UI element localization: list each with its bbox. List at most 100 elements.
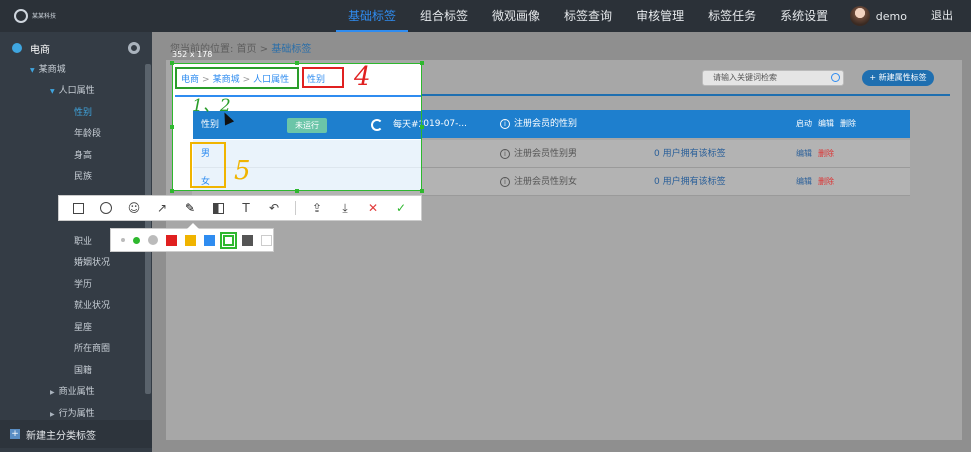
color-swatch-green[interactable]: [220, 231, 237, 249]
avatar[interactable]: [849, 6, 870, 26]
resize-handle[interactable]: [420, 61, 424, 65]
sidebar-item-zodiac[interactable]: 星座: [74, 318, 92, 338]
top-navigation-bar: 某某科技 基础标签 组合标签 微观画像 标签查询 审核管理 标签任务 系统设置 …: [0, 0, 971, 32]
edit-button[interactable]: 编辑: [796, 149, 812, 158]
logout-link[interactable]: 退出: [931, 0, 953, 32]
brush-size-small[interactable]: [121, 238, 125, 242]
start-button[interactable]: 启动: [796, 119, 812, 128]
sidebar-item-age[interactable]: 年龄段: [74, 124, 101, 144]
brush-size-large[interactable]: [148, 235, 158, 245]
capture-size-label: 352 x 178: [172, 50, 213, 59]
new-main-category-button[interactable]: + 新建主分类标签: [0, 420, 152, 448]
capture-status-badge: 未运行: [287, 118, 327, 133]
emoji-icon[interactable]: ☺: [127, 201, 141, 215]
sidebar-item-employment[interactable]: 就业状况: [74, 296, 110, 316]
sidebar-item-nationality[interactable]: 国籍: [74, 361, 92, 381]
row-description-text: 注册会员性别男: [514, 149, 578, 159]
nav-item-micro-profile[interactable]: 微观画像: [480, 0, 552, 32]
annotation-toolbar: ☺ ↗ ✎ T ↶ ⇪ ⤓ ✕ ✓: [58, 195, 422, 221]
sidebar-item-ethnicity[interactable]: 民族: [74, 167, 92, 187]
cancel-icon[interactable]: ✕: [366, 201, 380, 215]
edit-button[interactable]: 编辑: [818, 119, 834, 128]
sidebar-item-gender[interactable]: 性别: [74, 103, 92, 123]
search-icon[interactable]: [831, 73, 840, 82]
annotation-yellow-rect: [190, 142, 226, 188]
sidebar-item-occupation[interactable]: 职业: [74, 232, 92, 252]
row-actions: 编辑 删除: [796, 140, 840, 168]
resize-handle[interactable]: [170, 61, 174, 65]
new-attribute-tag-button[interactable]: + 新建属性标签: [862, 70, 934, 86]
annotation-red-rect: [302, 67, 344, 88]
nav-item-combined-tags[interactable]: 组合标签: [408, 0, 480, 32]
row-description: i 注册会员性别男: [500, 140, 577, 168]
sidebar-item-education[interactable]: 学历: [74, 275, 92, 295]
nav-item-review[interactable]: 审核管理: [624, 0, 696, 32]
color-swatch-yellow[interactable]: [185, 234, 196, 246]
sidebar-item-commercial[interactable]: 商业属性: [50, 382, 95, 402]
search-input[interactable]: 请输入关键词检索: [702, 70, 844, 86]
annotation-text-4: 4: [354, 62, 371, 92]
breadcrumb-current: 基础标签: [271, 44, 312, 55]
resize-handle[interactable]: [420, 189, 424, 193]
user-menu[interactable]: demo: [849, 4, 907, 28]
search-placeholder: 请输入关键词检索: [713, 73, 777, 82]
nav-item-tag-tasks[interactable]: 标签任务: [696, 0, 768, 32]
ellipse-icon[interactable]: [99, 201, 113, 215]
resize-handle[interactable]: [170, 125, 174, 129]
confirm-icon[interactable]: ✓: [394, 201, 408, 215]
capture-schedule: 每天#2019-07-...: [393, 120, 421, 130]
arrow-icon[interactable]: ↗: [155, 201, 169, 215]
new-main-category-label: 新建主分类标签: [26, 430, 96, 442]
sidebar-item-marital[interactable]: 婚姻状况: [74, 253, 110, 273]
color-swatch-blue[interactable]: [204, 234, 215, 246]
tag-description-text: 注册会员的性别: [514, 119, 578, 129]
info-icon: i: [500, 148, 510, 159]
user-name[interactable]: demo: [876, 10, 907, 23]
main-nav: 基础标签 组合标签 微观画像 标签查询 审核管理 标签任务 系统设置: [336, 0, 840, 32]
breadcrumb-home[interactable]: 首页: [237, 44, 257, 55]
sidebar-item-demographics[interactable]: 人口属性: [50, 81, 95, 101]
rectangle-icon[interactable]: [71, 201, 85, 215]
resize-handle[interactable]: [170, 189, 174, 193]
nav-item-basic-tags[interactable]: 基础标签: [336, 0, 409, 32]
sidebar-item-business-district[interactable]: 所在商圈: [74, 339, 110, 359]
color-swatch-red[interactable]: [166, 234, 177, 246]
nav-item-settings[interactable]: 系统设置: [768, 0, 840, 32]
annotation-green-rect: [175, 67, 299, 89]
sidebar-item-mall[interactable]: 某商城: [30, 60, 66, 80]
resize-handle[interactable]: [295, 61, 299, 65]
resize-handle[interactable]: [295, 189, 299, 193]
tag-description: i 注册会员的性别: [500, 110, 577, 138]
delete-button[interactable]: 删除: [840, 119, 856, 128]
color-palette: [110, 223, 274, 252]
share-icon[interactable]: ⇪: [310, 201, 324, 215]
delete-button[interactable]: 删除: [818, 177, 834, 186]
capture-row: 女: [193, 168, 421, 190]
row-user-count: 0 用户拥有该标签: [654, 177, 726, 187]
annotation-text-5: 5: [234, 156, 251, 186]
logo-text: 某某科技: [32, 12, 57, 20]
capture-row: 男: [193, 140, 421, 168]
sidebar-item-height[interactable]: 身高: [74, 146, 92, 166]
plus-icon: +: [10, 429, 20, 439]
color-swatch-gray[interactable]: [242, 234, 253, 246]
breadcrumb-sep: >: [259, 44, 269, 55]
sidebar-root-ecommerce[interactable]: 电商: [0, 36, 152, 60]
resize-handle[interactable]: [420, 125, 424, 129]
refresh-icon: [371, 119, 383, 131]
gear-icon[interactable]: [128, 42, 140, 54]
brush-size-medium[interactable]: [133, 236, 140, 244]
info-icon: i: [500, 176, 510, 187]
pen-icon[interactable]: ✎: [183, 201, 197, 215]
delete-button[interactable]: 删除: [818, 149, 834, 158]
undo-icon[interactable]: ↶: [267, 201, 281, 215]
sidebar-root-label: 电商: [30, 44, 50, 56]
nav-item-tag-query[interactable]: 标签查询: [552, 0, 624, 32]
color-swatch-white[interactable]: [261, 234, 272, 246]
download-icon[interactable]: ⤓: [338, 201, 352, 215]
header-actions: 启动 编辑 删除: [796, 110, 862, 138]
toolbar-divider: [295, 201, 296, 215]
text-icon[interactable]: T: [239, 201, 253, 215]
mosaic-icon[interactable]: [211, 201, 225, 215]
edit-button[interactable]: 编辑: [796, 177, 812, 186]
